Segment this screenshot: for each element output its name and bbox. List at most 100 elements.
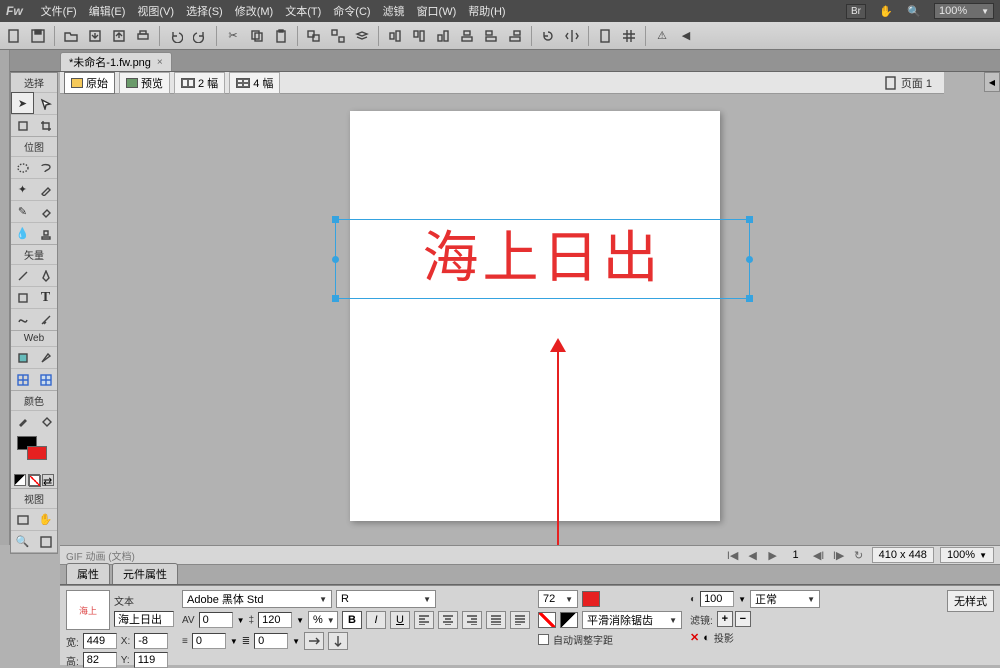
copy-icon[interactable]	[247, 26, 267, 46]
antialias-select[interactable]: 平滑消除锯齿▼	[582, 611, 682, 629]
no-color-icon[interactable]	[28, 474, 40, 486]
save-icon[interactable]	[28, 26, 48, 46]
page-icon[interactable]	[595, 26, 615, 46]
align-5-icon[interactable]	[481, 26, 501, 46]
import-icon[interactable]	[85, 26, 105, 46]
resize-handle-ml[interactable]	[332, 256, 339, 263]
hide-slices-icon[interactable]	[11, 368, 34, 390]
zoom-icon[interactable]: 🔍	[906, 5, 922, 18]
menu-select[interactable]: 选择(S)	[186, 3, 223, 19]
layers-icon[interactable]	[352, 26, 372, 46]
leading-input[interactable]: 120	[258, 612, 292, 628]
filter-delete-icon[interactable]: ✕	[690, 631, 699, 644]
menu-command[interactable]: 命令(C)	[333, 3, 370, 19]
lasso-tool[interactable]	[34, 156, 57, 178]
pen-tool[interactable]	[34, 264, 57, 286]
slice-tool[interactable]	[34, 346, 57, 368]
show-slices-icon[interactable]	[34, 368, 57, 390]
hand-icon[interactable]: ✋	[878, 5, 894, 18]
hand-tool[interactable]: ✋	[34, 508, 57, 530]
flip-h-icon[interactable]	[562, 26, 582, 46]
align-4-icon[interactable]	[457, 26, 477, 46]
zoom-level-box[interactable]: 100%▼	[934, 3, 994, 19]
warn-icon[interactable]: ⚠	[652, 26, 672, 46]
open-icon[interactable]	[61, 26, 81, 46]
nav-play-icon[interactable]: ▶	[766, 549, 780, 562]
canvas-area[interactable]: 海上日出	[60, 94, 944, 545]
ungroup-icon[interactable]	[328, 26, 348, 46]
color-swatches[interactable]	[11, 432, 57, 472]
undo-icon[interactable]	[166, 26, 186, 46]
nav-step-prev-icon[interactable]: ◀I	[812, 549, 826, 562]
align-1-icon[interactable]	[385, 26, 405, 46]
space-before-input[interactable]: 0	[254, 633, 288, 649]
align-center-button[interactable]	[438, 611, 458, 629]
document-canvas[interactable]	[350, 111, 720, 521]
align-justify-button[interactable]	[486, 611, 506, 629]
text-orient-v-button[interactable]	[328, 632, 348, 650]
font-size-select[interactable]: 72▼	[538, 590, 578, 608]
menu-help[interactable]: 帮助(H)	[468, 3, 505, 19]
view-2up-button[interactable]: 2 幅	[174, 72, 225, 94]
bridge-button[interactable]: Br	[846, 4, 866, 19]
align-6-icon[interactable]	[505, 26, 525, 46]
eyedropper-tool[interactable]	[11, 410, 34, 432]
align-left-button[interactable]	[414, 611, 434, 629]
tab-component-properties[interactable]: 元件属性	[112, 563, 178, 584]
text-tool[interactable]: T	[34, 286, 57, 308]
swap-colors-icon[interactable]: ⇄	[42, 474, 54, 486]
close-tab-icon[interactable]: ×	[157, 57, 163, 68]
wand-tool[interactable]: ✦	[11, 178, 34, 200]
rotate-icon[interactable]	[538, 26, 558, 46]
resize-handle-tl[interactable]	[332, 216, 339, 223]
add-filter-button[interactable]: +	[717, 611, 733, 627]
cut-icon[interactable]: ✂	[223, 26, 243, 46]
print-icon[interactable]	[133, 26, 153, 46]
nav-prev-icon[interactable]: ◀	[746, 549, 760, 562]
resize-handle-br[interactable]	[746, 295, 753, 302]
menu-text[interactable]: 文本(T)	[285, 3, 321, 19]
nav-loop-icon[interactable]: ↻	[852, 549, 866, 562]
play-icon[interactable]: ◀	[676, 26, 696, 46]
resize-handle-mr[interactable]	[746, 256, 753, 263]
nav-step-next-icon[interactable]: I▶	[832, 549, 846, 562]
opacity-input[interactable]: 100	[700, 591, 734, 607]
scale-tool[interactable]	[11, 114, 34, 136]
pointer-tool[interactable]: ➤	[11, 92, 34, 114]
align-stretch-button[interactable]	[510, 611, 530, 629]
object-name-input[interactable]: 海上日出	[114, 611, 174, 627]
no-style-button[interactable]: 无样式	[947, 590, 994, 612]
group-icon[interactable]	[304, 26, 324, 46]
pencil-tool[interactable]: ✎	[11, 200, 34, 222]
canvas-zoom-box[interactable]: 100%▼	[940, 547, 994, 563]
hotspot-tool[interactable]	[11, 346, 34, 368]
screen-mode-icon[interactable]	[11, 508, 34, 530]
align-2-icon[interactable]	[409, 26, 429, 46]
leading-unit-select[interactable]: %▼	[308, 611, 338, 629]
marquee-tool[interactable]	[11, 156, 34, 178]
italic-button[interactable]: I	[366, 611, 386, 629]
autokern-checkbox[interactable]	[538, 634, 549, 645]
paste-icon[interactable]	[271, 26, 291, 46]
right-dock-toggle[interactable]: ◀	[984, 72, 1000, 92]
zoom-tool[interactable]: 🔍	[11, 530, 34, 552]
view-preview-button[interactable]: 预览	[119, 72, 170, 94]
remove-filter-button[interactable]: −	[735, 611, 751, 627]
y-input[interactable]: 119	[134, 652, 168, 668]
nav-first-icon[interactable]: I◀	[726, 549, 740, 562]
stamp-tool[interactable]	[34, 222, 57, 244]
document-tab[interactable]: *未命名-1.fw.png ×	[60, 52, 172, 71]
filter-enabled-icon[interactable]: ◐	[703, 632, 710, 644]
shape-tool[interactable]	[11, 286, 34, 308]
menu-window[interactable]: 窗口(W)	[417, 3, 457, 19]
menu-edit[interactable]: 编辑(E)	[89, 3, 126, 19]
underline-button[interactable]: U	[390, 611, 410, 629]
blend-mode-select[interactable]: 正常▼	[750, 590, 820, 608]
selected-text-object[interactable]: 海上日出	[335, 219, 750, 299]
width-input[interactable]: 449	[83, 633, 117, 649]
align-right-button[interactable]	[462, 611, 482, 629]
resize-handle-tr[interactable]	[746, 216, 753, 223]
line-tool[interactable]	[11, 264, 34, 286]
screen-mode-2-icon[interactable]	[34, 530, 57, 552]
resize-handle-bl[interactable]	[332, 295, 339, 302]
